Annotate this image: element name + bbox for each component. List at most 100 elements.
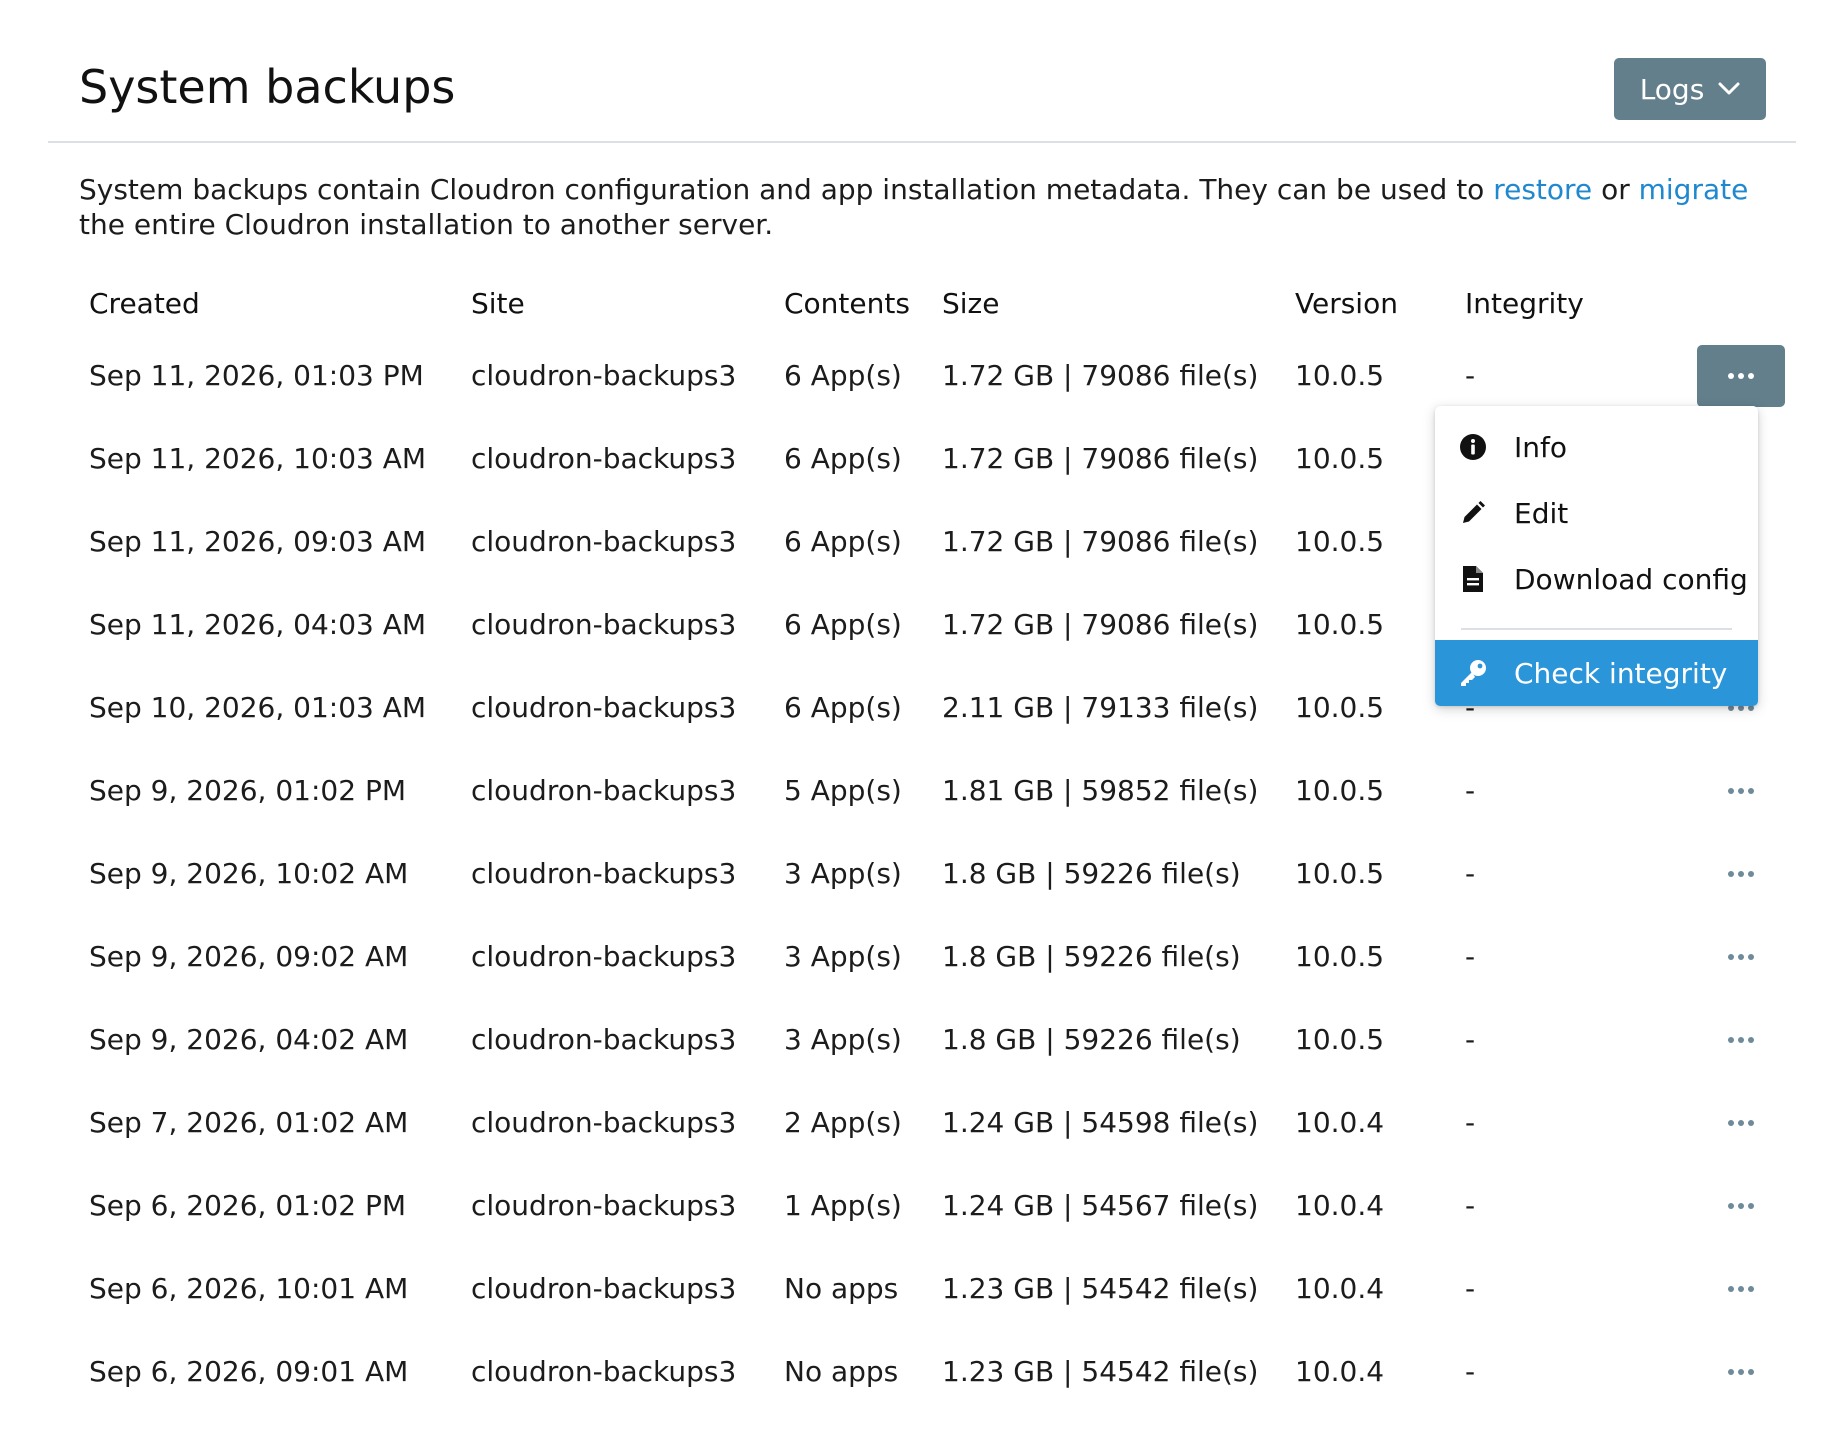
cell-created: Sep 11, 2026, 04:03 AM — [89, 608, 427, 641]
cell-size: 1.72 GB | 79086 file(s) — [942, 525, 1259, 558]
menu-item-edit[interactable]: Edit — [1435, 480, 1758, 546]
cell-integrity: - — [1465, 1355, 1476, 1388]
cell-version: 10.0.5 — [1295, 857, 1385, 890]
table-header-row: Created Site Contents Size Version Integ… — [89, 272, 1785, 334]
cell-created: Sep 9, 2026, 04:02 AM — [89, 1023, 409, 1056]
row-actions-button[interactable] — [1697, 1341, 1785, 1403]
more-dots-icon — [1728, 870, 1754, 877]
row-actions-button[interactable] — [1697, 344, 1785, 407]
column-header-integrity: Integrity — [1465, 286, 1584, 320]
cell-contents: 5 App(s) — [784, 774, 902, 807]
description-text-3: the entire Cloudron installation to anot… — [79, 208, 774, 241]
table-row: Sep 9, 2026, 04:02 AM cloudron-backups3 3 … — [89, 998, 1785, 1081]
menu-item-edit-label: Edit — [1514, 496, 1569, 530]
cell-contents: 6 App(s) — [784, 691, 902, 724]
cell-site: cloudron-backups3 — [471, 1023, 737, 1056]
cell-size: 1.23 GB | 54542 file(s) — [942, 1272, 1259, 1305]
cell-size: 1.72 GB | 79086 file(s) — [942, 359, 1259, 392]
cell-created: Sep 6, 2026, 10:01 AM — [89, 1272, 409, 1305]
cell-contents: 1 App(s) — [784, 1189, 902, 1222]
row-actions-button[interactable] — [1697, 843, 1785, 905]
table-row: Sep 9, 2026, 10:02 AM cloudron-backups3 3 … — [89, 832, 1785, 915]
cell-size: 1.8 GB | 59226 file(s) — [942, 857, 1241, 890]
cell-actions — [1655, 1247, 1785, 1330]
cell-contents: 6 App(s) — [784, 608, 902, 641]
table-row: Sep 9, 2026, 09:02 AM cloudron-backups3 3 … — [89, 915, 1785, 998]
cell-site: cloudron-backups3 — [471, 857, 737, 890]
cell-contents: 3 App(s) — [784, 1023, 902, 1056]
cell-created: Sep 9, 2026, 01:02 PM — [89, 774, 406, 807]
table-row: Sep 6, 2026, 10:01 AM cloudron-backups3 No… — [89, 1247, 1785, 1330]
cell-created: Sep 7, 2026, 01:02 AM — [89, 1106, 409, 1139]
row-actions-button[interactable] — [1697, 1092, 1785, 1154]
cell-size: 1.24 GB | 54567 file(s) — [942, 1189, 1259, 1222]
pencil-icon — [1457, 497, 1489, 529]
cell-version: 10.0.5 — [1295, 359, 1385, 392]
menu-item-info[interactable]: Info — [1435, 414, 1758, 480]
cell-actions — [1655, 1164, 1785, 1247]
more-dots-icon — [1728, 1036, 1754, 1043]
cell-contents: 6 App(s) — [784, 359, 902, 392]
row-actions-button[interactable] — [1697, 1009, 1785, 1071]
table-row: Sep 9, 2026, 01:02 PM cloudron-backups3 5 … — [89, 749, 1785, 832]
more-dots-icon — [1728, 1368, 1754, 1375]
backup-actions-menu: Info Edit Download config Check integrit… — [1435, 406, 1758, 706]
cell-size: 1.81 GB | 59852 file(s) — [942, 774, 1259, 807]
column-header-size: Size — [942, 286, 1000, 320]
cell-site: cloudron-backups3 — [471, 940, 737, 973]
page-header: System backups Logs — [48, 0, 1796, 143]
menu-item-check-integrity[interactable]: Check integrity — [1435, 640, 1758, 706]
cell-actions — [1655, 1330, 1785, 1413]
cell-site: cloudron-backups3 — [471, 359, 737, 392]
cell-size: 2.11 GB | 79133 file(s) — [942, 691, 1259, 724]
cell-integrity: - — [1465, 1023, 1476, 1056]
cell-contents: 6 App(s) — [784, 525, 902, 558]
page-title: System backups — [79, 60, 456, 114]
more-dots-icon — [1728, 1202, 1754, 1209]
row-actions-button[interactable] — [1697, 1175, 1785, 1237]
cell-version: 10.0.4 — [1295, 1189, 1385, 1222]
cell-version: 10.0.4 — [1295, 1106, 1385, 1139]
cell-size: 1.8 GB | 59226 file(s) — [942, 1023, 1241, 1056]
logs-dropdown-button[interactable]: Logs — [1614, 58, 1766, 120]
cell-actions — [1655, 832, 1785, 915]
cell-contents: 3 App(s) — [784, 940, 902, 973]
menu-divider — [1461, 628, 1732, 630]
cell-site: cloudron-backups3 — [471, 525, 737, 558]
cell-site: cloudron-backups3 — [471, 1106, 737, 1139]
more-dots-icon — [1728, 1119, 1754, 1126]
cell-created: Sep 10, 2026, 01:03 AM — [89, 691, 427, 724]
cell-version: 10.0.5 — [1295, 940, 1385, 973]
column-header-contents: Contents — [784, 286, 910, 320]
cell-site: cloudron-backups3 — [471, 608, 737, 641]
cell-integrity: - — [1465, 1106, 1476, 1139]
cell-created: Sep 6, 2026, 09:01 AM — [89, 1355, 409, 1388]
row-actions-button[interactable] — [1697, 1258, 1785, 1320]
column-header-actions — [1655, 272, 1785, 334]
cell-actions — [1655, 334, 1785, 417]
cell-site: cloudron-backups3 — [471, 691, 737, 724]
cell-size: 1.72 GB | 79086 file(s) — [942, 608, 1259, 641]
row-actions-button[interactable] — [1697, 926, 1785, 988]
cell-integrity: - — [1465, 774, 1476, 807]
key-icon — [1457, 657, 1489, 689]
menu-item-download-config[interactable]: Download config — [1435, 546, 1758, 612]
cell-created: Sep 9, 2026, 10:02 AM — [89, 857, 409, 890]
cell-integrity: - — [1465, 940, 1476, 973]
system-backups-page: System backups Logs System backups conta… — [0, 0, 1836, 1446]
migrate-link[interactable]: migrate — [1639, 173, 1749, 206]
cell-created: Sep 6, 2026, 01:02 PM — [89, 1189, 406, 1222]
table-row: Sep 6, 2026, 09:01 AM cloudron-backups3 No… — [89, 1330, 1785, 1413]
cell-actions — [1655, 1081, 1785, 1164]
description-text-2: or — [1592, 173, 1639, 206]
cell-contents: No apps — [784, 1355, 899, 1388]
row-actions-button[interactable] — [1697, 760, 1785, 822]
table-row: Sep 11, 2026, 01:03 PM cloudron-backups3 6… — [89, 334, 1785, 417]
restore-link[interactable]: restore — [1493, 173, 1592, 206]
cell-size: 1.72 GB | 79086 file(s) — [942, 442, 1259, 475]
more-dots-icon — [1728, 953, 1754, 960]
cell-integrity: - — [1465, 359, 1476, 392]
cell-version: 10.0.5 — [1295, 1023, 1385, 1056]
cell-site: cloudron-backups3 — [471, 1189, 737, 1222]
cell-actions — [1655, 998, 1785, 1081]
